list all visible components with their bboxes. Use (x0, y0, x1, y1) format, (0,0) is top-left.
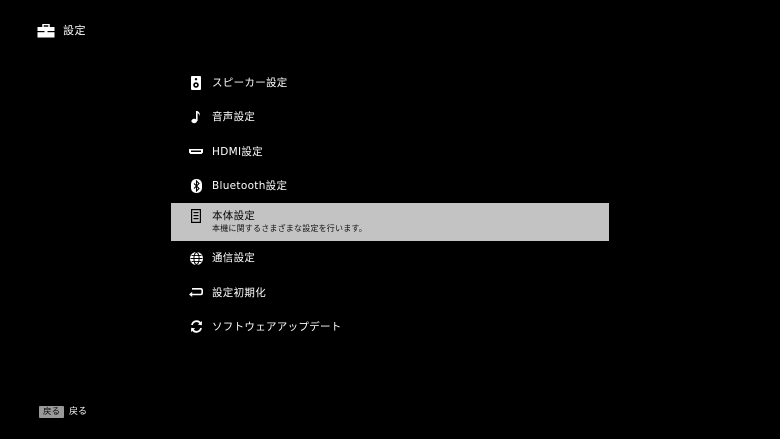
settings-screen: 設定 スピーカー設定 音声設定 HDMI設定 Bluetooth設定 本体設定 … (0, 0, 780, 439)
bluetooth-icon (189, 179, 203, 194)
menu-item-hdmi-settings[interactable]: HDMI設定 (171, 135, 609, 169)
globe-icon (189, 251, 203, 265)
menu-item-reset-settings[interactable]: 設定初期化 (171, 275, 609, 309)
menu-item-label: Bluetooth設定 (212, 180, 288, 193)
settings-menu: スピーカー設定 音声設定 HDMI設定 Bluetooth設定 本体設定 本機に… (171, 66, 609, 344)
footer-hint: 戻る 戻る (39, 405, 87, 418)
toolbox-icon (37, 24, 55, 38)
update-icon (189, 320, 203, 334)
menu-item-label: 本体設定 (212, 210, 256, 223)
menu-item-network-settings[interactable]: 通信設定 (171, 241, 609, 275)
menu-item-label: スピーカー設定 (212, 77, 288, 90)
hdmi-icon (189, 145, 203, 159)
menu-item-label: ソフトウェアアップデート (212, 320, 342, 333)
menu-item-device-settings[interactable]: 本体設定 本機に関するさまざまな設定を行います。 (171, 203, 609, 242)
menu-item-label: 通信設定 (212, 252, 256, 265)
reset-icon (189, 286, 203, 300)
menu-item-audio-settings[interactable]: 音声設定 (171, 100, 609, 134)
menu-item-speaker-settings[interactable]: スピーカー設定 (171, 66, 609, 100)
music-note-icon (189, 110, 203, 124)
menu-item-label: 設定初期化 (212, 286, 266, 299)
menu-item-software-update[interactable]: ソフトウェアアップデート (171, 310, 609, 344)
menu-item-label: HDMI設定 (212, 145, 263, 158)
menu-item-bluetooth-settings[interactable]: Bluetooth設定 (171, 169, 609, 203)
menu-item-description: 本機に関するさまざまな設定を行います。 (212, 224, 367, 234)
page-title: 設定 (63, 24, 86, 37)
header: 設定 (37, 22, 86, 40)
back-label: 戻る (69, 406, 88, 417)
speaker-icon (189, 76, 203, 91)
device-icon (189, 209, 203, 224)
back-key-badge[interactable]: 戻る (39, 405, 65, 418)
menu-item-label: 音声設定 (212, 111, 256, 124)
